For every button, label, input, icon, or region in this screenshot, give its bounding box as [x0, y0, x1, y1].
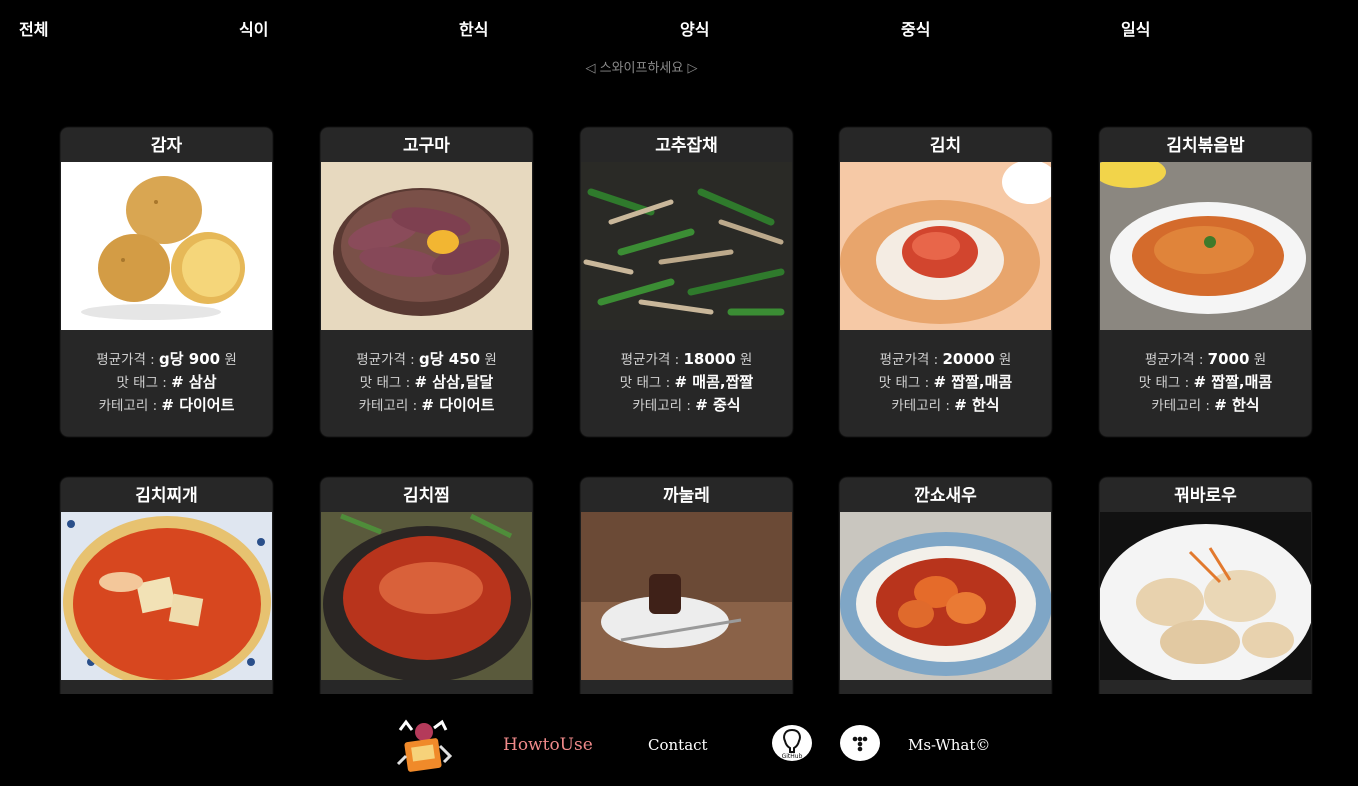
- food-card-potato[interactable]: 감자 평균가격 : g당 900 원 맛 태그 : # 삼삼 카테고리 : # …: [61, 128, 272, 436]
- price-value: 7000: [1207, 350, 1250, 368]
- svg-text:GitHub: GitHub: [782, 753, 803, 760]
- category-value: # 한식: [1214, 396, 1260, 414]
- taste-tags: # 삼삼,달달: [414, 373, 494, 391]
- card-title: 까눌레: [663, 486, 710, 506]
- taste-tags: # 삼삼: [171, 373, 217, 391]
- kimchi-fried-rice-image: [1100, 162, 1311, 330]
- food-card-kimchi-stew[interactable]: 김치찌개: [61, 478, 272, 694]
- card-title: 김치찌개: [135, 486, 198, 506]
- card-info: 평균가격 : 20000 원 맛 태그 : # 짭짤,매콤 카테고리 : # 한…: [878, 350, 1013, 414]
- category-value: # 다이어트: [161, 396, 235, 414]
- card-title: 고추잡채: [655, 136, 718, 156]
- food-card-kimchi[interactable]: 김치 평균가격 : 20000 원 맛 태그 : # 짭짤,매콤 카테고리 : …: [840, 128, 1051, 436]
- price-value: 20000: [942, 350, 995, 368]
- category-value: # 중식: [695, 396, 741, 414]
- card-info: 평균가격 : g당 900 원 맛 태그 : # 삼삼 카테고리 : # 다이어…: [96, 350, 237, 414]
- category-value: # 한식: [954, 396, 1000, 414]
- braised-kimchi-image: [321, 512, 532, 680]
- kimchi-stew-image: [61, 512, 272, 680]
- food-card-chili-shrimp[interactable]: 깐쇼새우: [840, 478, 1051, 694]
- card-info: 평균가격 : g당 450 원 맛 태그 : # 삼삼,달달 카테고리 : # …: [356, 350, 497, 414]
- gochujapchae-image: [581, 162, 792, 330]
- guobaorou-image: [1100, 512, 1311, 680]
- chili-shrimp-image: [840, 512, 1051, 680]
- taste-tags: # 짭짤,매콤: [1193, 373, 1273, 391]
- kimchi-image: [840, 162, 1051, 330]
- category-value: # 다이어트: [421, 396, 495, 414]
- price-value: g당 900: [159, 350, 221, 368]
- taste-tags: # 짭짤,매콤: [933, 373, 1013, 391]
- price-value: g당 450: [419, 350, 481, 368]
- card-title: 감자: [150, 136, 183, 156]
- app-logo[interactable]: [392, 716, 454, 778]
- card-title: 고구마: [403, 136, 450, 156]
- canele-image: [581, 512, 792, 680]
- card-title: 꿔바로우: [1174, 486, 1237, 506]
- footer: HowtoUse Contact GitHub Ms-What©: [0, 712, 1358, 782]
- card-title: 김치찜: [403, 486, 450, 506]
- potato-image: [61, 162, 272, 330]
- food-card-grid: 감자 평균가격 : g당 900 원 맛 태그 : # 삼삼 카테고리 : # …: [0, 0, 1358, 694]
- taste-tags: # 매콤,짭짤: [674, 373, 754, 391]
- copyright: Ms-What©: [908, 736, 991, 754]
- card-title: 김치볶음밥: [1166, 136, 1245, 156]
- price-value: 18000: [683, 350, 736, 368]
- sweet-potato-image: [321, 162, 532, 330]
- food-card-gochujapchae[interactable]: 고추잡채 평균가격: 18000 원 맛 태그: # 매콤,짭짤 카테고리 …: [581, 128, 792, 436]
- food-card-braised-kimchi[interactable]: 김치찜: [321, 478, 532, 694]
- food-card-guobaorou[interactable]: 꿔바로우: [1100, 478, 1311, 694]
- card-info: 평균가격 : 18000 원 맛 태그 : # 매콤,짭짤 카테고리 : # 중…: [619, 350, 754, 414]
- github-icon[interactable]: GitHub: [772, 725, 812, 761]
- tistory-icon[interactable]: [840, 725, 880, 761]
- howto-link[interactable]: HowtoUse: [503, 735, 593, 755]
- card-title: 김치: [929, 136, 962, 156]
- food-card-canele[interactable]: 까눌레: [581, 478, 792, 694]
- food-card-sweet-potato[interactable]: 고구마 평균가격 : g당 450 원 맛 태그 : # 삼삼,달달 카테고리 …: [321, 128, 532, 436]
- card-info: 평균가격 : 7000 원 맛 태그 : # 짭짤,매콤 카테고리 : # 한식: [1138, 350, 1273, 414]
- food-card-kimchi-fried-rice[interactable]: 김치볶음밥 평균가격 : 7000 원 맛 태그 : # 짭짤,매콤 카테고리 …: [1100, 128, 1311, 436]
- contact-link[interactable]: Contact: [648, 736, 708, 754]
- card-title: 깐쇼새우: [914, 486, 977, 506]
